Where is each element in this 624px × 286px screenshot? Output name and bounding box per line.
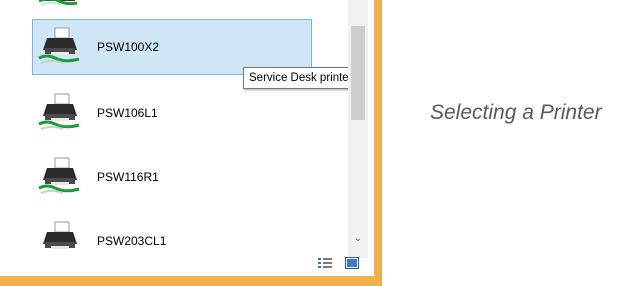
- printer-list-window: PSW100X2 PSW106L1 PSW116R1 PSW203CL1 Ser…: [0, 0, 384, 286]
- list-item[interactable]: [32, 0, 312, 20]
- vertical-scrollbar[interactable]: ⌄: [348, 0, 368, 258]
- list-item[interactable]: PSW106L1: [32, 85, 312, 141]
- large-icons-view-icon[interactable]: [345, 257, 359, 269]
- printer-label: PSW203CL1: [97, 234, 167, 248]
- network-printer-icon: [38, 93, 80, 130]
- scrollbar-thumb[interactable]: [351, 26, 365, 120]
- list-item[interactable]: PSW116R1: [32, 149, 312, 205]
- printer-tooltip: Service Desk printer: [243, 67, 348, 89]
- list-item[interactable]: PSW203CL1: [32, 213, 312, 269]
- window-frame-right: [374, 0, 382, 286]
- printer-list: PSW100X2 PSW106L1 PSW116R1 PSW203CL1 Ser…: [0, 0, 348, 276]
- network-printer-icon: [43, 221, 77, 249]
- window-frame-bottom: [0, 276, 382, 286]
- chevron-down-icon[interactable]: ⌄: [352, 232, 364, 246]
- network-printer-icon: [38, 157, 80, 194]
- printer-label: PSW100X2: [97, 40, 160, 54]
- network-printer-icon: [38, 27, 80, 64]
- details-view-icon[interactable]: [318, 257, 332, 269]
- printer-label: PSW106L1: [97, 106, 158, 120]
- caption: Selecting a Printer: [430, 101, 602, 124]
- network-printer-icon: [38, 0, 78, 6]
- printer-label: PSW116R1: [97, 170, 159, 184]
